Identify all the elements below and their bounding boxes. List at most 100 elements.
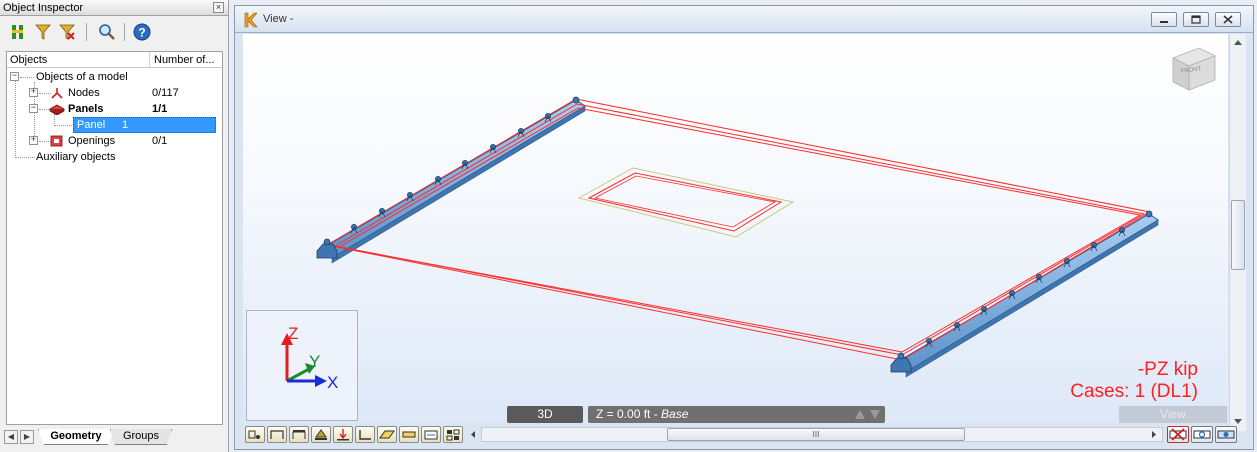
display-hatching-button[interactable] [399, 426, 419, 443]
expand-icon[interactable]: + [29, 88, 38, 97]
tree-item-label: Panel [77, 119, 106, 131]
collapse-icon[interactable]: − [29, 104, 38, 113]
close-icon[interactable]: × [213, 2, 224, 13]
help-icon[interactable]: ? [132, 22, 152, 42]
opening-contour[interactable] [577, 167, 795, 238]
section-icon [292, 430, 306, 439]
display-local-axes-button[interactable] [355, 426, 375, 443]
tree-item-label: Objects of a model [36, 71, 128, 83]
panel-contour[interactable] [325, 98, 1152, 361]
tree-item-panels[interactable]: − Panels 1/1 [7, 101, 222, 117]
minimize-button[interactable] [1151, 12, 1177, 27]
tree-item-count: 0/117 [152, 87, 179, 99]
display-values-button[interactable] [421, 426, 441, 443]
view-settings-button[interactable] [1215, 426, 1237, 443]
tree-item-label: Nodes [68, 87, 100, 99]
view-titlebar[interactable]: View - [235, 6, 1253, 33]
scroll-up-icon[interactable] [1233, 38, 1243, 46]
bar-numbers-icon [270, 430, 284, 439]
cancel-icon [1169, 428, 1187, 441]
vertical-scrollbar[interactable] [1229, 34, 1246, 431]
toolbar-separator [124, 23, 125, 41]
tab-geometry[interactable]: Geometry [38, 429, 114, 445]
level-up-icon[interactable] [855, 410, 865, 419]
column-header-objects[interactable]: Objects [7, 52, 150, 68]
loads-icon [337, 429, 349, 441]
tab-groups[interactable]: Groups [110, 429, 172, 445]
tree-item-nodes[interactable]: + Nodes 0/117 [7, 85, 222, 101]
object-inspector-panel: Object Inspector × ? Objects Number of..… [0, 0, 229, 452]
view-label-button[interactable]: View [1119, 406, 1227, 423]
tree-item-label: Panels [68, 103, 104, 115]
cancel-selection-button[interactable] [1167, 426, 1189, 443]
scroll-right-icon[interactable] [1150, 430, 1158, 439]
toolbar-separator [86, 23, 87, 41]
support-node [572, 96, 580, 104]
inspector-tabs: ◀ ▶ Geometry Groups [4, 428, 225, 446]
display-section-button[interactable] [289, 426, 309, 443]
tree-item-auxiliary[interactable]: Auxiliary objects [7, 149, 222, 165]
display-fem-button[interactable] [443, 426, 463, 443]
support-node [1145, 210, 1153, 218]
expand-icon[interactable]: + [29, 136, 38, 145]
restore-button[interactable] [1183, 12, 1209, 27]
x-axis-label: X [327, 373, 338, 392]
vertical-scroll-thumb[interactable] [1231, 200, 1245, 270]
y-axis [286, 367, 310, 383]
inspector-titlebar: Object Inspector × [0, 0, 228, 16]
close-button[interactable] [1215, 12, 1241, 27]
close-icon [1223, 15, 1233, 24]
load-case-label: -PZ kip Cases: 1 (DL1) [1070, 359, 1198, 403]
view-mode-button[interactable]: 3D [507, 406, 583, 423]
panel-icon [49, 104, 65, 115]
level-down-icon[interactable] [870, 410, 880, 419]
inspector-toolbar: ? [0, 18, 228, 46]
object-list-icon[interactable] [8, 22, 28, 42]
display-loads-button[interactable] [333, 426, 353, 443]
horizontal-scroll-thumb[interactable]: III [667, 428, 965, 441]
tree-item-panel-1[interactable]: Panel 1 [73, 117, 216, 133]
search-icon[interactable] [97, 22, 117, 42]
display-node-numbers-button[interactable] [245, 426, 265, 443]
filter-clear-icon[interactable] [57, 22, 77, 42]
restore-icon [1191, 15, 1201, 24]
view-cube[interactable]: FRONT [1172, 47, 1216, 91]
load-type-text: -PZ kip [1137, 359, 1198, 380]
view-settings-icon [1217, 430, 1235, 439]
tab-scroll-right-icon[interactable]: ▶ [20, 430, 34, 444]
axis-indicator: Z Y X [246, 310, 358, 421]
tree-item-count: 0/1 [152, 135, 168, 147]
left-support-beam[interactable] [322, 99, 586, 264]
values-icon [424, 430, 438, 440]
3d-viewport[interactable]: FRONT Z Y X -PZ kip Cases: 1 (DL1) 3D Z … [243, 34, 1228, 423]
tab-scroll-left-icon[interactable]: ◀ [4, 430, 18, 444]
inspector-title: Object Inspector [3, 2, 84, 14]
tree-item-openings[interactable]: + Openings 0/1 [7, 133, 222, 149]
tree-item-number: 1 [122, 119, 129, 131]
right-support-beam[interactable] [896, 213, 1159, 378]
tree-item-root[interactable]: − Objects of a model [7, 69, 222, 85]
level-value: Z = 0.00 ft - [596, 407, 662, 421]
column-header-number[interactable]: Number of... [152, 52, 222, 68]
display-panels-button[interactable] [377, 426, 397, 443]
node-icon [51, 88, 63, 99]
tree-header: Objects Number of... [7, 52, 222, 68]
hatching-icon [402, 431, 416, 438]
supports-icon [315, 429, 327, 440]
zoom-window-button[interactable] [1191, 426, 1213, 443]
filter-icon[interactable] [33, 22, 53, 42]
display-supports-button[interactable] [311, 426, 331, 443]
tree-item-label: Openings [68, 135, 116, 147]
panels-icon [379, 430, 395, 439]
horizontal-scrollbar[interactable]: III [481, 427, 1163, 442]
level-name: Base [661, 407, 689, 421]
app-logo-icon [244, 12, 258, 28]
view-bottom-toolbar: III [243, 424, 1246, 444]
collapse-icon[interactable]: − [10, 72, 19, 81]
local-axes-icon [359, 430, 371, 440]
opening-icon [50, 135, 63, 147]
structure-level-selector[interactable]: Z = 0.00 ft - Base [588, 406, 885, 423]
toolbar-scroll-left-icon[interactable] [469, 430, 477, 439]
display-bar-numbers-button[interactable] [267, 426, 287, 443]
view-title: View - [263, 13, 294, 25]
